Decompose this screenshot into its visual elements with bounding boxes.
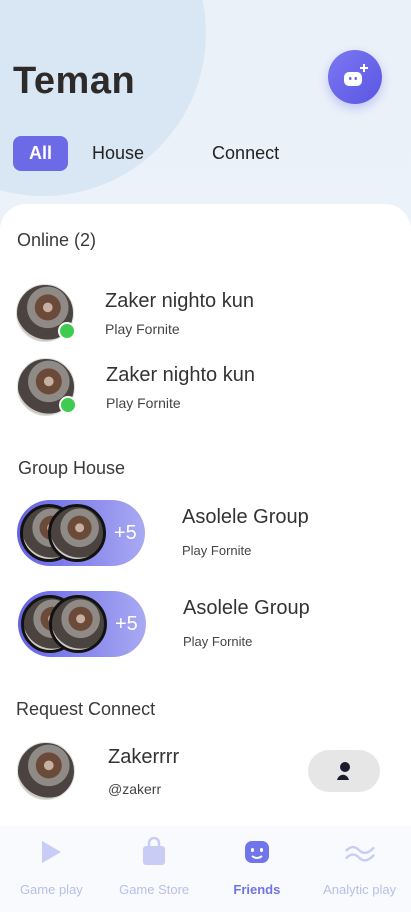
request-row[interactable]: Zakerrrr @zakerr (17, 742, 179, 800)
group-avatar-pill[interactable]: +5 (18, 591, 146, 657)
request-handle: @zakerr (108, 780, 162, 797)
page-title: Teman (13, 60, 136, 102)
group-member-avatar (48, 504, 106, 562)
online-status-dot (59, 396, 77, 414)
online-status-dot (58, 322, 76, 340)
friend-name: Zaker nighto kun (106, 363, 255, 386)
tab-all[interactable]: All (13, 136, 69, 171)
nav-label: Game Store (119, 882, 190, 897)
group-section-title: Group House (18, 458, 126, 478)
group-status: Play Fornite (183, 634, 253, 649)
avatar (17, 358, 77, 416)
filter-tabs: All House Connect (13, 135, 301, 172)
user-icon (337, 762, 350, 780)
nav-label: Analytic play (323, 882, 397, 897)
group-info[interactable]: Asolele Group Play Fornite (183, 597, 310, 649)
wave-icon (344, 845, 375, 862)
friends-screen: Teman All House Connect Online (2) Zaker… (0, 0, 411, 912)
group-extra-count: +5 (115, 612, 138, 635)
request-section-title: Request Connect (16, 699, 156, 719)
group-info[interactable]: Asolele Group Play Fornite (182, 506, 309, 558)
friends-icon (244, 841, 269, 863)
group-status: Play Fornite (182, 543, 252, 558)
tab-connect[interactable]: Connect (200, 135, 291, 172)
play-icon (42, 841, 62, 863)
bottom-navigation: Game play Game Store Friends Analytic pl… (0, 826, 411, 912)
online-section-title: Online (2) (17, 230, 97, 250)
bag-icon (143, 837, 166, 865)
nav-analytic-play[interactable]: Analytic play (310, 836, 410, 912)
nav-label: Game play (19, 882, 83, 897)
group-name: Asolele Group (183, 597, 310, 619)
avatar (16, 284, 76, 342)
nav-game-store[interactable]: Game Store (104, 836, 204, 912)
group-name: Asolele Group (182, 506, 309, 528)
add-friend-button[interactable] (328, 50, 382, 104)
friend-status: Play Fornite (106, 394, 181, 411)
avatar (17, 742, 75, 800)
accept-request-button[interactable] (308, 750, 380, 792)
online-friend-row[interactable]: Zaker nighto kun Play Fornite (17, 358, 255, 416)
tab-house[interactable]: House (80, 135, 156, 172)
group-member-avatar (49, 595, 107, 653)
group-extra-count: +5 (114, 521, 137, 544)
add-robot-icon (344, 64, 368, 86)
nav-label: Friends (233, 882, 281, 897)
friend-name: Zaker nighto kun (105, 289, 254, 312)
group-avatar-pill[interactable]: +5 (17, 500, 145, 566)
request-name: Zakerrrr (108, 745, 180, 768)
nav-game-play[interactable]: Game play (1, 836, 101, 912)
friend-status: Play Fornite (105, 320, 180, 337)
online-friend-row[interactable]: Zaker nighto kun Play Fornite (16, 284, 254, 342)
nav-friends[interactable]: Friends (207, 836, 307, 912)
